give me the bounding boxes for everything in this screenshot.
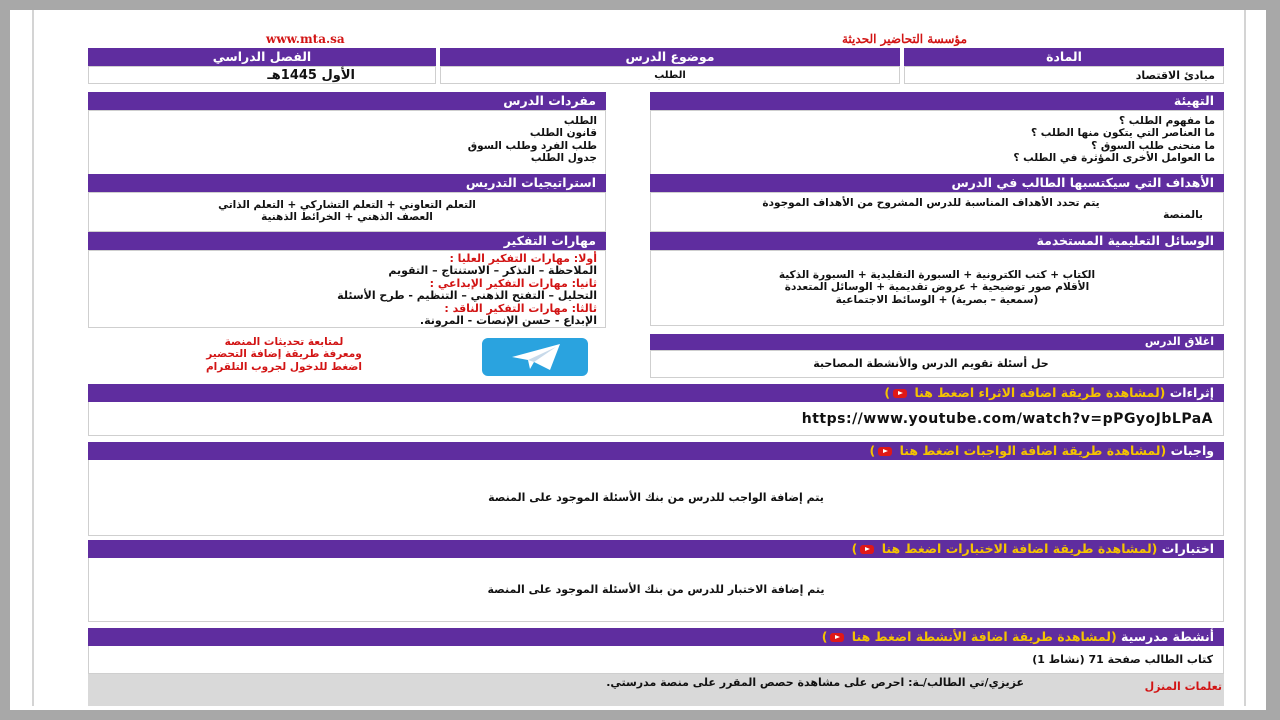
tools-line: (سمعية – بصرية) + الوسائط الاجتماعية — [835, 293, 1039, 306]
topic-value: الطلب — [440, 66, 900, 84]
thinking-line: التحليل – التفتح الذهني – التنظيم - طرح … — [337, 289, 597, 303]
strategies-line: التعلم التعاوني + التعلم التشاركي + التع… — [218, 199, 476, 211]
intro-line: ما العناصر التي يتكون منها الطلب ؟ — [1030, 127, 1215, 140]
youtube-icon[interactable] — [860, 545, 875, 554]
intro-line: ما العوامل الأخرى المؤثرة في الطلب ؟ — [1013, 152, 1215, 165]
tests-text: يتم إضافة الاختبار للدرس من بنك الأسئلة … — [88, 558, 1224, 622]
goals-box: يتم تحدد الأهداف المناسبة للدرس المشروح … — [650, 192, 1224, 232]
footer-text: عزيزي/تي الطالب/ـة: احرص على مشاهدة حصص … — [606, 676, 1024, 689]
tests-title: اختبارات — [1161, 541, 1214, 556]
tools-header: الوسائل التعليمية المستخدمة — [650, 232, 1224, 250]
vocab-line: قانون الطلب — [529, 127, 597, 140]
intro-line: ما منحنى طلب السوق ؟ — [1091, 139, 1215, 152]
term-label: الفصل الدراسي — [88, 48, 436, 66]
subject-value: مبادئ الاقتصاد — [904, 66, 1224, 84]
intro-header: التهيئة — [650, 92, 1224, 110]
goals-header: الأهداف التي سيكتسبها الطالب في الدرس — [650, 174, 1224, 192]
tools-line: الكتاب + كتب الكترونية + السبورة التقليد… — [778, 269, 1096, 281]
homework-text: يتم إضافة الواجب للدرس من بنك الأسئلة ال… — [88, 460, 1224, 536]
goals-line: يتم تحدد الأهداف المناسبة للدرس المشروح … — [762, 197, 1100, 209]
strategies-line: العصف الذهني + الخرائط الذهنية — [261, 211, 433, 224]
telegram-note[interactable]: لمتابعة تحديثات المنصة ومعرفة طريقة إضاف… — [164, 336, 404, 373]
closing-text: حل أسئلة تقويم الدرس والأنشطة المصاحبة — [650, 350, 1224, 378]
activities-link[interactable]: (لمشاهدة طريقة اضافة الأنشطة اضغط هنا — [852, 629, 1117, 644]
topic-label: موضوع الدرس — [440, 48, 900, 66]
thinking-box: أولا: مهارات التفكير العليا : الملاحظة –… — [88, 250, 606, 328]
site-url[interactable]: www.mta.sa — [266, 32, 345, 46]
subject-label: المادة — [904, 48, 1224, 66]
lesson-plan-page: مؤسسة التحاضير الحديثة www.mta.sa المادة… — [32, 10, 1246, 706]
vocab-line: طلب الفرد وطلب السوق — [467, 139, 597, 152]
telegram-note-line: اضغط للدخول لجروب التلقرام — [205, 360, 363, 373]
footer-label: تعلمات المنزل — [1144, 680, 1222, 693]
homework-header[interactable]: واجبات (لمشاهدة طريقة اضافة الواجبات اضغ… — [88, 442, 1224, 460]
youtube-icon[interactable] — [893, 389, 908, 398]
org-name: مؤسسة التحاضير الحديثة — [842, 32, 968, 46]
term-value: الأول 1445هـ — [88, 66, 436, 84]
closing-header: اغلاق الدرس — [650, 334, 1224, 350]
thinking-header: مهارات التفكير — [88, 232, 606, 250]
activities-title: أنشطة مدرسية — [1121, 629, 1214, 644]
goals-line: بالمنصة — [1163, 209, 1203, 222]
youtube-icon[interactable] — [878, 447, 893, 456]
tools-box: الكتاب + كتب الكترونية + السبورة التقليد… — [650, 250, 1224, 326]
tools-line: الأقلام صور توضيحية + عروض تقديمية + الو… — [784, 281, 1090, 294]
activities-header[interactable]: أنشطة مدرسية (لمشاهدة طريقة اضافة الأنشط… — [88, 628, 1224, 646]
vocab-line: الطلب — [563, 115, 597, 127]
strategies-header: استراتيجيات التدريس — [88, 174, 606, 192]
enrich-header[interactable]: إثراءات (لمشاهدة طريقة اضافة الاثراء اضغ… — [88, 384, 1224, 402]
thinking-line: الملاحظة – التذكر – الاستنتاج – التقويم — [388, 264, 597, 278]
homework-link[interactable]: (لمشاهدة طريقة اضافة الواجبات اضغط هنا — [900, 443, 1167, 458]
page-frame: مؤسسة التحاضير الحديثة www.mta.sa المادة… — [10, 10, 1266, 710]
telegram-icon[interactable] — [482, 338, 588, 376]
youtube-icon[interactable] — [830, 633, 845, 642]
intro-line: ما مفهوم الطلب ؟ — [1119, 115, 1215, 127]
activities-text: كتاب الطالب صفحة 71 (نشاط 1) — [88, 646, 1224, 674]
strategies-box: التعلم التعاوني + التعلم التشاركي + التع… — [88, 192, 606, 232]
enrich-link[interactable]: (لمشاهدة طريقة اضافة الاثراء اضغط هنا — [914, 385, 1165, 400]
enrich-title: إثراءات — [1169, 385, 1214, 400]
telegram-note-line: لمتابعة تحديثات المنصة — [224, 336, 344, 348]
enrich-url[interactable]: https://www.youtube.com/watch?v=pPGyoJbL… — [88, 402, 1224, 436]
vocab-header: مفردات الدرس — [88, 92, 606, 110]
intro-box: ما مفهوم الطلب ؟ ما العناصر التي يتكون م… — [650, 110, 1224, 178]
telegram-note-line: ومعرفة طريقة إضافة التحضير — [206, 348, 362, 361]
vocab-line: جدول الطلب — [530, 152, 597, 165]
tests-link[interactable]: (لمشاهدة طريقة اضافة الاختبارات اضغط هنا — [882, 541, 1158, 556]
tests-header[interactable]: اختبارات (لمشاهدة طريقة اضافة الاختبارات… — [88, 540, 1224, 558]
thinking-line: الإبداع - حسن الإنصات - المرونة. — [419, 314, 597, 328]
homework-title: واجبات — [1170, 443, 1214, 458]
vocab-box: الطلب قانون الطلب طلب الفرد وطلب السوق ج… — [88, 110, 606, 178]
